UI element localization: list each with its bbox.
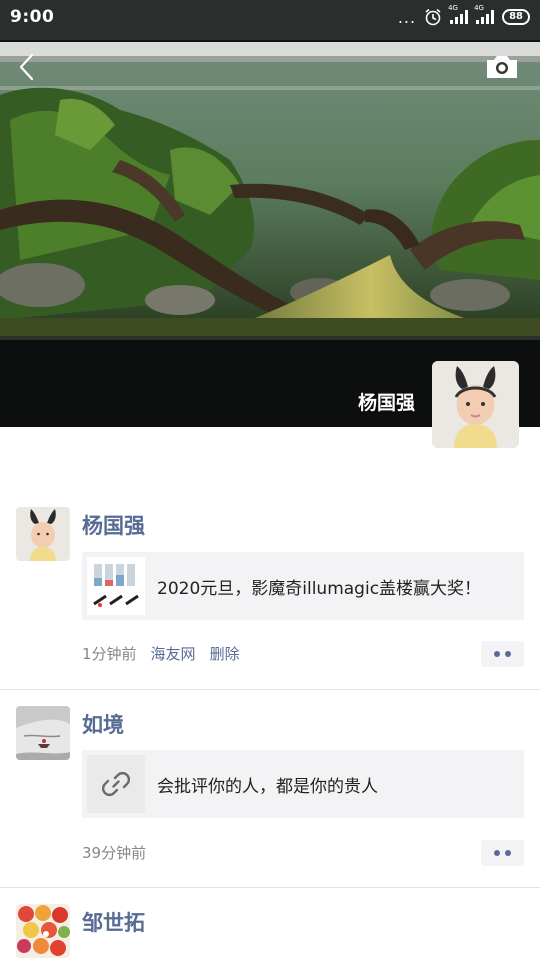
baby-avatar-image	[432, 361, 519, 448]
link-thumbnail	[87, 755, 145, 813]
post-meta: 1分钟前 海友网 删除	[82, 643, 240, 664]
post-author[interactable]: 邹世拓	[82, 907, 145, 937]
status-time: 9:00	[10, 7, 55, 27]
link-icon	[101, 771, 131, 797]
dot-icon	[505, 850, 511, 856]
link-title: 2020元旦，影魔奇illumagic盖楼赢大奖！	[157, 578, 482, 599]
post-avatar[interactable]	[16, 507, 70, 561]
post-avatar[interactable]	[16, 706, 70, 760]
moment-post: 杨国强 2020元旦，影魔奇illumagic盖楼赢大奖！ 1分钟前 海友网 删…	[0, 490, 540, 690]
moment-post: 邹世拓	[0, 888, 540, 960]
alarm-icon	[425, 8, 441, 26]
more-dots-icon: ...	[397, 7, 417, 27]
camera-icon[interactable]	[484, 52, 520, 82]
shared-link-card[interactable]: 2020元旦，影魔奇illumagic盖楼赢大奖！	[82, 552, 524, 620]
link-title: 会批评你的人，都是你的贵人	[157, 776, 378, 797]
dot-icon	[494, 850, 500, 856]
status-bar: 9:00 ... 4G 4G 88	[0, 0, 540, 34]
back-icon[interactable]	[10, 50, 44, 84]
post-author[interactable]: 如境	[82, 709, 124, 739]
delete-button[interactable]: 删除	[210, 643, 240, 664]
signal-icon: 4G	[474, 4, 495, 24]
article-thumbnail-image	[88, 558, 144, 614]
owner-avatar[interactable]	[432, 361, 519, 448]
post-author[interactable]: 杨国强	[82, 510, 145, 540]
ink-painting-avatar-image	[16, 706, 70, 760]
dot-icon	[494, 651, 500, 657]
battery-icon: 88	[502, 9, 530, 25]
moment-post: 如境 会批评你的人，都是你的贵人 39分钟前	[0, 690, 540, 888]
cover-owner-name: 杨国强	[357, 392, 415, 414]
post-avatar[interactable]	[16, 904, 70, 958]
link-thumbnail	[87, 557, 145, 615]
dot-icon	[505, 651, 511, 657]
post-meta: 39分钟前	[82, 842, 146, 863]
signal-icon: 4G	[448, 4, 469, 24]
post-time: 1分钟前	[82, 645, 137, 663]
post-time: 39分钟前	[82, 844, 147, 862]
baby-avatar-image	[16, 507, 70, 561]
comment-like-button[interactable]	[481, 641, 524, 667]
shared-link-card[interactable]: 会批评你的人，都是你的贵人	[82, 750, 524, 818]
post-source[interactable]: 海友网	[151, 643, 196, 664]
fruit-avatar-image	[16, 904, 70, 958]
comment-like-button[interactable]	[481, 840, 524, 866]
